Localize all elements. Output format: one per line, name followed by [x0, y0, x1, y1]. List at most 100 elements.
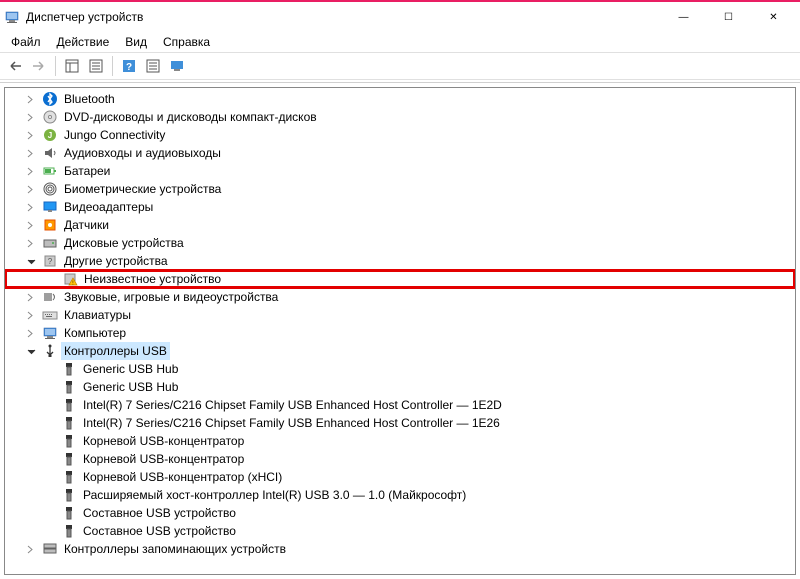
tree-label: Аудиовходы и аудиовыходы: [61, 144, 224, 162]
expand-icon[interactable]: [24, 92, 39, 107]
tree-label: Клавиатуры: [61, 306, 134, 324]
usb-device-icon: [61, 361, 77, 377]
tree-label: Дисковые устройства: [61, 234, 187, 252]
titlebar: Диспетчер устройств — ☐ ✕: [0, 2, 800, 32]
expand-icon[interactable]: [24, 164, 39, 179]
tree-label: Другие устройства: [61, 252, 171, 270]
tree-label: Контроллеры запоминающих устройств: [61, 540, 289, 558]
toolbar-properties[interactable]: [85, 55, 107, 77]
expand-icon[interactable]: [24, 200, 39, 215]
tree-node-storage-controllers[interactable]: Контроллеры запоминающих устройств: [5, 540, 795, 558]
collapse-icon[interactable]: [24, 254, 39, 269]
tree-node-computer[interactable]: Компьютер: [5, 324, 795, 342]
device-tree[interactable]: Bluetooth DVD-дисководы и дисководы комп…: [4, 87, 796, 575]
jungo-icon: [42, 127, 58, 143]
tree-label: Корневой USB-концентратор: [80, 432, 247, 450]
tree-label: Generic USB Hub: [80, 378, 181, 396]
tree-node-usb-item[interactable]: Составное USB устройство: [5, 522, 795, 540]
expand-icon[interactable]: [24, 326, 39, 341]
audio-icon: [42, 145, 58, 161]
expand-icon[interactable]: [24, 128, 39, 143]
toolbar-back[interactable]: [4, 55, 26, 77]
window-title: Диспетчер устройств: [26, 10, 661, 24]
expand-icon[interactable]: [24, 146, 39, 161]
tree-node-video-adapters[interactable]: Видеоадаптеры: [5, 198, 795, 216]
computer-icon: [42, 325, 58, 341]
app-icon: [4, 9, 20, 25]
toolbar-show-hide[interactable]: [61, 55, 83, 77]
toolbar-forward[interactable]: [28, 55, 50, 77]
menu-action[interactable]: Действие: [50, 34, 117, 50]
tree-node-usb-item[interactable]: Корневой USB-концентратор (xHCI): [5, 468, 795, 486]
dvd-icon: [42, 109, 58, 125]
expand-icon[interactable]: [24, 110, 39, 125]
other-icon: [42, 253, 58, 269]
tree-label: Контроллеры USB: [61, 342, 170, 360]
tree-node-usb-item[interactable]: Intel(R) 7 Series/C216 Chipset Family US…: [5, 414, 795, 432]
tree-node-keyboards[interactable]: Клавиатуры: [5, 306, 795, 324]
toolbar-separator: [55, 56, 56, 76]
tree-label: Generic USB Hub: [80, 360, 181, 378]
tree-node-usb-item[interactable]: Generic USB Hub: [5, 360, 795, 378]
tree-label: Расширяемый хост-контроллер Intel(R) USB…: [80, 486, 469, 504]
tree-node-sound[interactable]: Звуковые, игровые и видеоустройства: [5, 288, 795, 306]
usb-device-icon: [61, 523, 77, 539]
minimize-button[interactable]: —: [661, 3, 706, 31]
tree-label: Датчики: [61, 216, 112, 234]
usb-device-icon: [61, 469, 77, 485]
tree-label: Составное USB устройство: [80, 522, 239, 540]
menu-file[interactable]: Файл: [4, 34, 48, 50]
expand-icon[interactable]: [24, 542, 39, 557]
tree-label: Неизвестное устройство: [81, 270, 224, 288]
tree-node-biometric[interactable]: Биометрические устройства: [5, 180, 795, 198]
usb-device-icon: [61, 415, 77, 431]
expand-icon[interactable]: [24, 290, 39, 305]
tree-node-batteries[interactable]: Батареи: [5, 162, 795, 180]
tree-node-usb-item[interactable]: Составное USB устройство: [5, 504, 795, 522]
tree-node-audio[interactable]: Аудиовходы и аудиовыходы: [5, 144, 795, 162]
tree-node-disks[interactable]: Дисковые устройства: [5, 234, 795, 252]
usb-device-icon: [61, 505, 77, 521]
tree-node-bluetooth[interactable]: Bluetooth: [5, 90, 795, 108]
tree-label: Intel(R) 7 Series/C216 Chipset Family US…: [80, 414, 503, 432]
tree-node-dvd[interactable]: DVD-дисководы и дисководы компакт-дисков: [5, 108, 795, 126]
menu-view[interactable]: Вид: [118, 34, 154, 50]
usb-device-icon: [61, 433, 77, 449]
tree-node-other-devices[interactable]: Другие устройства: [5, 252, 795, 270]
tree-node-jungo[interactable]: Jungo Connectivity: [5, 126, 795, 144]
toolbar-props2[interactable]: [142, 55, 164, 77]
tree-node-unknown-device[interactable]: Неизвестное устройство: [5, 270, 795, 288]
menubar: Файл Действие Вид Справка: [0, 32, 800, 52]
battery-icon: [42, 163, 58, 179]
tree-node-usb-item[interactable]: Intel(R) 7 Series/C216 Chipset Family US…: [5, 396, 795, 414]
usb-device-icon: [61, 379, 77, 395]
tree-node-usb-controllers[interactable]: Контроллеры USB: [5, 342, 795, 360]
collapse-icon[interactable]: [24, 344, 39, 359]
maximize-button[interactable]: ☐: [706, 3, 751, 31]
tree-node-usb-item[interactable]: Корневой USB-концентратор: [5, 432, 795, 450]
display-icon: [42, 199, 58, 215]
tree-label: Корневой USB-концентратор (xHCI): [80, 468, 285, 486]
usb-device-icon: [61, 487, 77, 503]
toolbar-help[interactable]: [118, 55, 140, 77]
close-button[interactable]: ✕: [751, 3, 796, 31]
tree-node-usb-item[interactable]: Корневой USB-концентратор: [5, 450, 795, 468]
toolbar-separator: [112, 56, 113, 76]
tree-label: Корневой USB-концентратор: [80, 450, 247, 468]
tree-node-sensors[interactable]: Датчики: [5, 216, 795, 234]
fingerprint-icon: [42, 181, 58, 197]
expand-icon[interactable]: [24, 218, 39, 233]
tree-label: Компьютер: [61, 324, 129, 342]
tree-node-usb-item[interactable]: Расширяемый хост-контроллер Intel(R) USB…: [5, 486, 795, 504]
toolbar-scan[interactable]: [166, 55, 188, 77]
expand-icon[interactable]: [24, 182, 39, 197]
tree-label: Jungo Connectivity: [61, 126, 168, 144]
tree-label: Видеоадаптеры: [61, 198, 156, 216]
tree-node-usb-item[interactable]: Generic USB Hub: [5, 378, 795, 396]
expand-icon[interactable]: [24, 236, 39, 251]
menu-help[interactable]: Справка: [156, 34, 217, 50]
warning-icon: [62, 271, 78, 287]
keyboard-icon: [42, 307, 58, 323]
usb-device-icon: [61, 451, 77, 467]
expand-icon[interactable]: [24, 308, 39, 323]
